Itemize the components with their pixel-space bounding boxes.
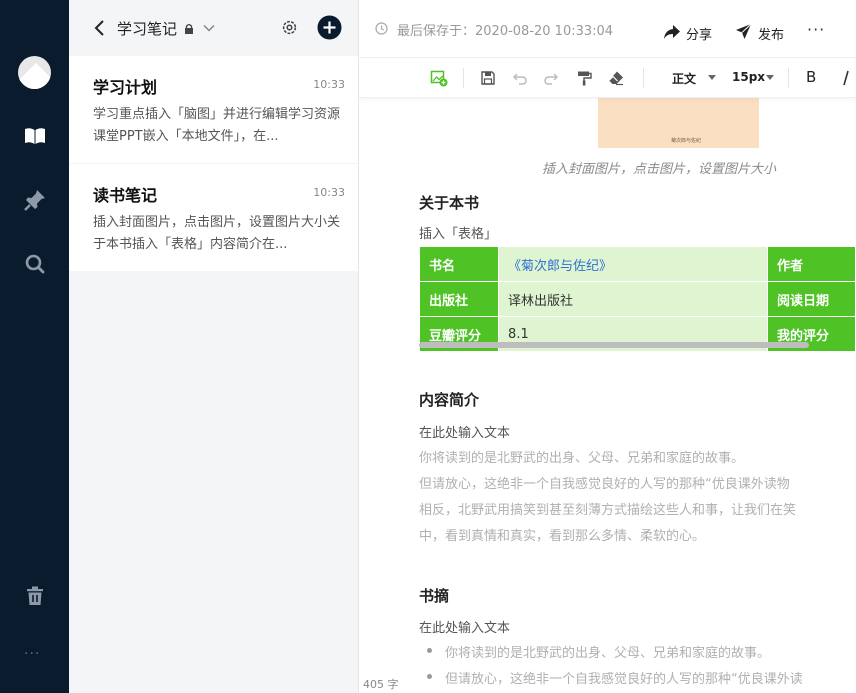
note-time: 10:33 — [313, 78, 345, 91]
pin-icon[interactable] — [22, 187, 48, 213]
heading-excerpt: 书摘 — [419, 587, 450, 605]
table-row: 书名 《菊次郎与佐纪》 作者 — [418, 246, 856, 282]
eraser-icon[interactable] — [607, 69, 625, 87]
table-row: 出版社 译林出版社 阅读日期 — [418, 281, 856, 317]
back-arrow-icon[interactable] — [93, 19, 107, 37]
bullet-dot — [427, 648, 432, 653]
summary-line: 你将读到的是北野武的出身、父母、兄弟和家庭的故事。 — [419, 451, 745, 466]
note-item[interactable]: 学习计划 10:33 学习重点插入「脑图」并进行编辑学习资源课堂PPT嵌入「本地… — [69, 56, 358, 163]
more-options-icon[interactable]: ··· — [807, 20, 825, 39]
chevron-down-icon[interactable] — [708, 75, 716, 80]
note-excerpt: 插入封面图片，点击图片，设置图片大小关于本书插入「表格」内容简介在... — [93, 215, 341, 252]
toolbar-divider — [788, 68, 789, 88]
bold-button[interactable]: B — [806, 68, 816, 86]
toolbar-divider — [463, 68, 464, 88]
list-header: 学习笔记 — [69, 0, 359, 56]
word-count: 405 字 — [363, 678, 399, 691]
note-time: 10:33 — [313, 186, 345, 199]
font-size-select[interactable]: 15px — [732, 70, 765, 84]
add-note-icon[interactable] — [317, 15, 342, 40]
more-icon[interactable]: ··· — [24, 646, 40, 662]
table-horizontal-scrollbar[interactable] — [419, 342, 809, 348]
avatar[interactable] — [18, 56, 51, 89]
editor-topbar: 最后保存于：2020-08-20 10:33:04 分享 发布 ··· — [359, 0, 856, 58]
save-icon[interactable] — [479, 69, 497, 87]
send-icon[interactable] — [735, 23, 752, 40]
summary-line: 相反，北野武用搞笑到甚至刻薄方式描绘这些人和事，让我们在笑 — [419, 503, 797, 518]
search-icon[interactable] — [22, 251, 48, 277]
chevron-down-icon[interactable] — [766, 75, 774, 80]
table-key-cell[interactable]: 作者 — [766, 246, 856, 282]
summary-line: 中，看到真情和真实，看到那么多情、柔软的心。 — [419, 529, 706, 544]
share-icon[interactable] — [663, 24, 681, 40]
book-icon[interactable] — [22, 123, 48, 149]
note-list-panel: 学习笔记 学习计划 10:33 学习重点插入「脑图」并进行编辑学习资源课堂PPT… — [69, 0, 359, 693]
italic-icon[interactable] — [837, 69, 855, 87]
excerpt-bullet: 但请放心，这绝非一个自我感觉良好的人写的那种“优良课外读 — [445, 672, 803, 687]
insert-image-icon[interactable] — [430, 69, 448, 87]
table-value-cell[interactable]: 译林出版社 — [498, 281, 768, 317]
book-info-table[interactable]: 书名 《菊次郎与佐纪》 作者 出版社 译林出版社 阅读日期 豆瓣评分 8.1 我… — [418, 246, 856, 352]
table-key-cell[interactable]: 阅读日期 — [766, 281, 856, 317]
heading-summary: 内容简介 — [419, 391, 480, 409]
format-toolbar: 正文 15px B — [359, 58, 856, 98]
heading-about: 关于本书 — [419, 194, 480, 212]
note-item[interactable]: 读书笔记 10:33 插入封面图片，点击图片，设置图片大小关于本书插入「表格」内… — [69, 164, 358, 271]
table-hint: 插入「表格」 — [419, 227, 498, 242]
excerpt-hint: 在此处输入文本 — [419, 621, 511, 636]
table-key-cell[interactable]: 出版社 — [418, 281, 500, 317]
share-button[interactable]: 分享 — [686, 24, 712, 43]
bullet-dot — [427, 674, 432, 679]
notebook-title[interactable]: 学习笔记 — [117, 18, 177, 39]
publish-button[interactable]: 发布 — [758, 24, 784, 43]
last-saved-text: 最后保存于：2020-08-20 10:33:04 — [397, 24, 614, 39]
toolbar-divider — [643, 68, 644, 88]
image-caption: 插入封面图片，点击图片，设置图片大小 — [542, 162, 777, 177]
excerpt-bullet: 你将读到的是北野武的出身、父母、兄弟和家庭的故事。 — [445, 646, 771, 661]
gear-icon[interactable] — [280, 18, 299, 37]
note-content[interactable]: 菊次郎与佐纪 插入封面图片，点击图片，设置图片大小 关于本书 插入「表格」 书名… — [359, 98, 856, 693]
note-title: 学习计划 — [93, 78, 158, 97]
format-painter-icon[interactable] — [575, 69, 593, 87]
lock-icon — [185, 23, 193, 34]
note-title: 读书笔记 — [93, 186, 158, 205]
redo-icon[interactable] — [542, 69, 560, 87]
table-value-cell[interactable]: 《菊次郎与佐纪》 — [498, 246, 768, 282]
nav-rail: ··· — [0, 0, 69, 693]
editor: 最后保存于：2020-08-20 10:33:04 分享 发布 ··· 正文 1… — [359, 0, 856, 693]
table-key-cell[interactable]: 书名 — [418, 246, 500, 282]
trash-icon[interactable] — [22, 583, 48, 609]
clock-icon — [375, 22, 388, 35]
summary-line: 但请放心，这绝非一个自我感觉良好的人写的那种“优良课外读物 — [419, 477, 790, 492]
cover-image-text: 菊次郎与佐纪 — [671, 138, 702, 144]
note-excerpt: 学习重点插入「脑图」并进行编辑学习资源课堂PPT嵌入「本地文件」，在... — [93, 107, 341, 144]
undo-icon[interactable] — [511, 69, 529, 87]
paragraph-style-select[interactable]: 正文 — [672, 70, 696, 87]
chevron-down-icon[interactable] — [203, 24, 215, 32]
summary-hint: 在此处输入文本 — [419, 426, 511, 441]
